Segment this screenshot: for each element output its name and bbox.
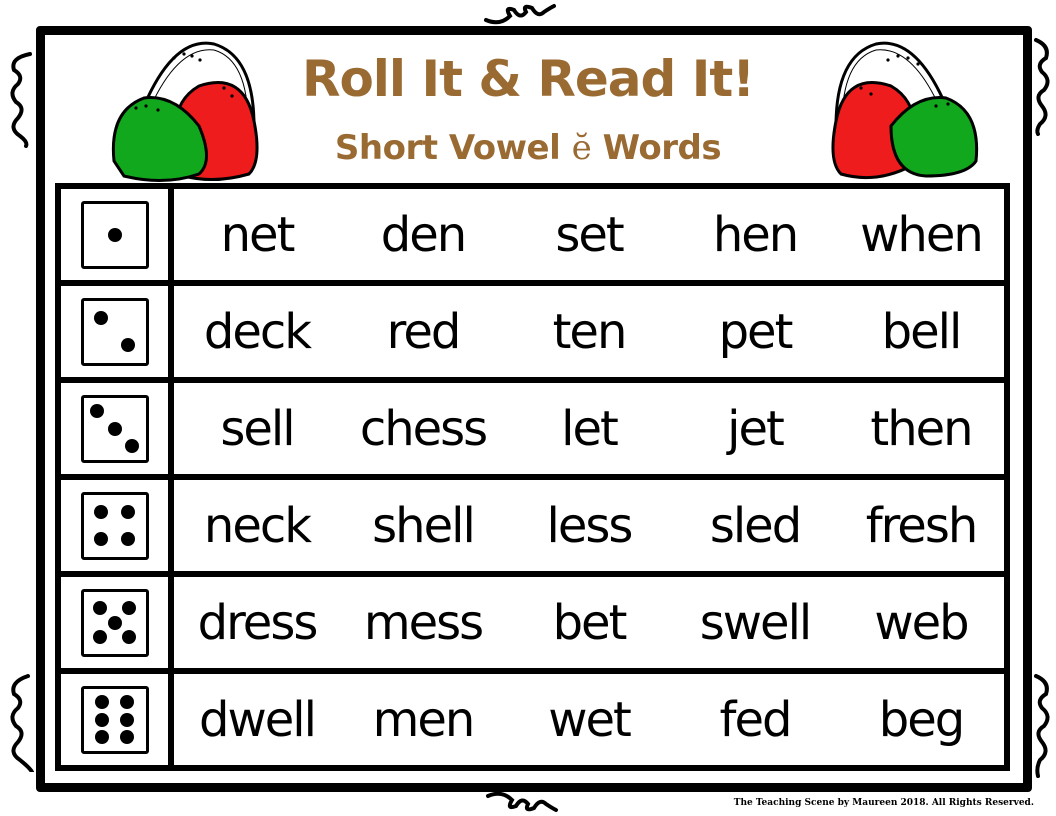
table-row: dress mess bet swell web bbox=[61, 577, 1004, 674]
table-row: dwell men wet fed beg bbox=[61, 674, 1004, 765]
word-table: net den set hen when deck red ten pet bell sell che… bbox=[55, 183, 1010, 771]
subtitle-vowel: ĕ bbox=[571, 128, 592, 168]
die-six-icon bbox=[80, 685, 149, 754]
die-pip bbox=[107, 227, 122, 242]
die-pip bbox=[122, 630, 137, 645]
die-pip bbox=[95, 695, 110, 710]
word: men bbox=[372, 691, 476, 748]
title-text: Roll It & Read It! bbox=[301, 50, 755, 108]
dice-cell bbox=[61, 674, 174, 765]
word: web bbox=[874, 594, 969, 651]
word: sell bbox=[220, 400, 295, 457]
die-pip bbox=[93, 504, 108, 519]
squiggle-bottom-icon bbox=[486, 791, 558, 812]
word: den bbox=[380, 206, 467, 263]
dice-cell bbox=[61, 383, 174, 474]
subtitle-suffix: Words bbox=[591, 128, 722, 168]
die-pip bbox=[95, 729, 110, 744]
die-three-icon bbox=[80, 394, 149, 463]
die-pip bbox=[92, 630, 107, 645]
word: neck bbox=[203, 497, 312, 554]
word: then bbox=[870, 400, 973, 457]
squiggle-left-bottom-icon bbox=[10, 674, 34, 772]
dice-cell bbox=[61, 189, 174, 280]
words-cell: sell chess let jet then bbox=[174, 383, 1004, 474]
word: hen bbox=[712, 206, 799, 263]
table-row: sell chess let jet then bbox=[61, 383, 1004, 480]
word: chess bbox=[359, 400, 488, 457]
die-pip bbox=[92, 600, 107, 615]
word: fresh bbox=[865, 497, 979, 554]
dice-cell bbox=[61, 480, 174, 571]
word: dress bbox=[197, 594, 319, 651]
die-pip bbox=[90, 404, 105, 419]
word: less bbox=[546, 497, 634, 554]
word: pet bbox=[718, 303, 794, 360]
table-row: net den set hen when bbox=[61, 189, 1004, 286]
words-cell: dress mess bet swell web bbox=[174, 577, 1004, 668]
words-cell: neck shell less sled fresh bbox=[174, 480, 1004, 571]
squiggle-right-bottom-icon bbox=[1034, 674, 1050, 778]
word: net bbox=[220, 206, 296, 263]
word: swell bbox=[699, 594, 812, 651]
die-pip bbox=[121, 338, 136, 353]
word: when bbox=[860, 206, 984, 263]
die-pip bbox=[121, 532, 136, 547]
die-pip bbox=[93, 310, 108, 325]
word: set bbox=[555, 206, 624, 263]
word: dwell bbox=[199, 691, 317, 748]
word: jet bbox=[727, 400, 785, 457]
squiggle-top-icon bbox=[484, 4, 556, 25]
die-pip bbox=[119, 712, 134, 727]
word: sled bbox=[709, 497, 802, 554]
die-pip bbox=[93, 532, 108, 547]
word: red bbox=[386, 303, 462, 360]
words-cell: deck red ten pet bell bbox=[174, 286, 1004, 377]
words-cell: dwell men wet fed beg bbox=[174, 674, 1004, 765]
word: deck bbox=[203, 303, 312, 360]
page-subtitle: Short Vowel ĕ Words bbox=[0, 128, 1056, 168]
word: mess bbox=[363, 594, 484, 651]
die-pip bbox=[95, 712, 110, 727]
die-five-icon bbox=[80, 588, 149, 657]
die-pip bbox=[107, 421, 122, 436]
die-pip bbox=[119, 729, 134, 744]
die-pip bbox=[107, 615, 122, 630]
word: ten bbox=[552, 303, 628, 360]
die-pip bbox=[122, 600, 137, 615]
die-one-icon bbox=[80, 200, 149, 269]
word: let bbox=[561, 400, 619, 457]
table-row: deck red ten pet bell bbox=[61, 286, 1004, 383]
dice-cell bbox=[61, 286, 174, 377]
word: shell bbox=[372, 497, 476, 554]
dice-cell bbox=[61, 577, 174, 668]
word: fed bbox=[719, 691, 793, 748]
word: bell bbox=[881, 303, 963, 360]
subtitle-prefix: Short Vowel bbox=[334, 128, 572, 168]
copyright-text: The Teaching Scene by Maureen 2018. All … bbox=[733, 798, 1034, 808]
die-two-icon bbox=[80, 297, 149, 366]
die-four-icon bbox=[80, 491, 149, 560]
word: wet bbox=[548, 691, 632, 748]
word: bet bbox=[552, 594, 628, 651]
die-pip bbox=[124, 438, 139, 453]
page-title: Roll It & Read It! bbox=[0, 50, 1056, 108]
words-cell: net den set hen when bbox=[174, 189, 1004, 280]
die-pip bbox=[119, 695, 134, 710]
table-row: neck shell less sled fresh bbox=[61, 480, 1004, 577]
word: beg bbox=[878, 691, 965, 748]
die-pip bbox=[121, 504, 136, 519]
